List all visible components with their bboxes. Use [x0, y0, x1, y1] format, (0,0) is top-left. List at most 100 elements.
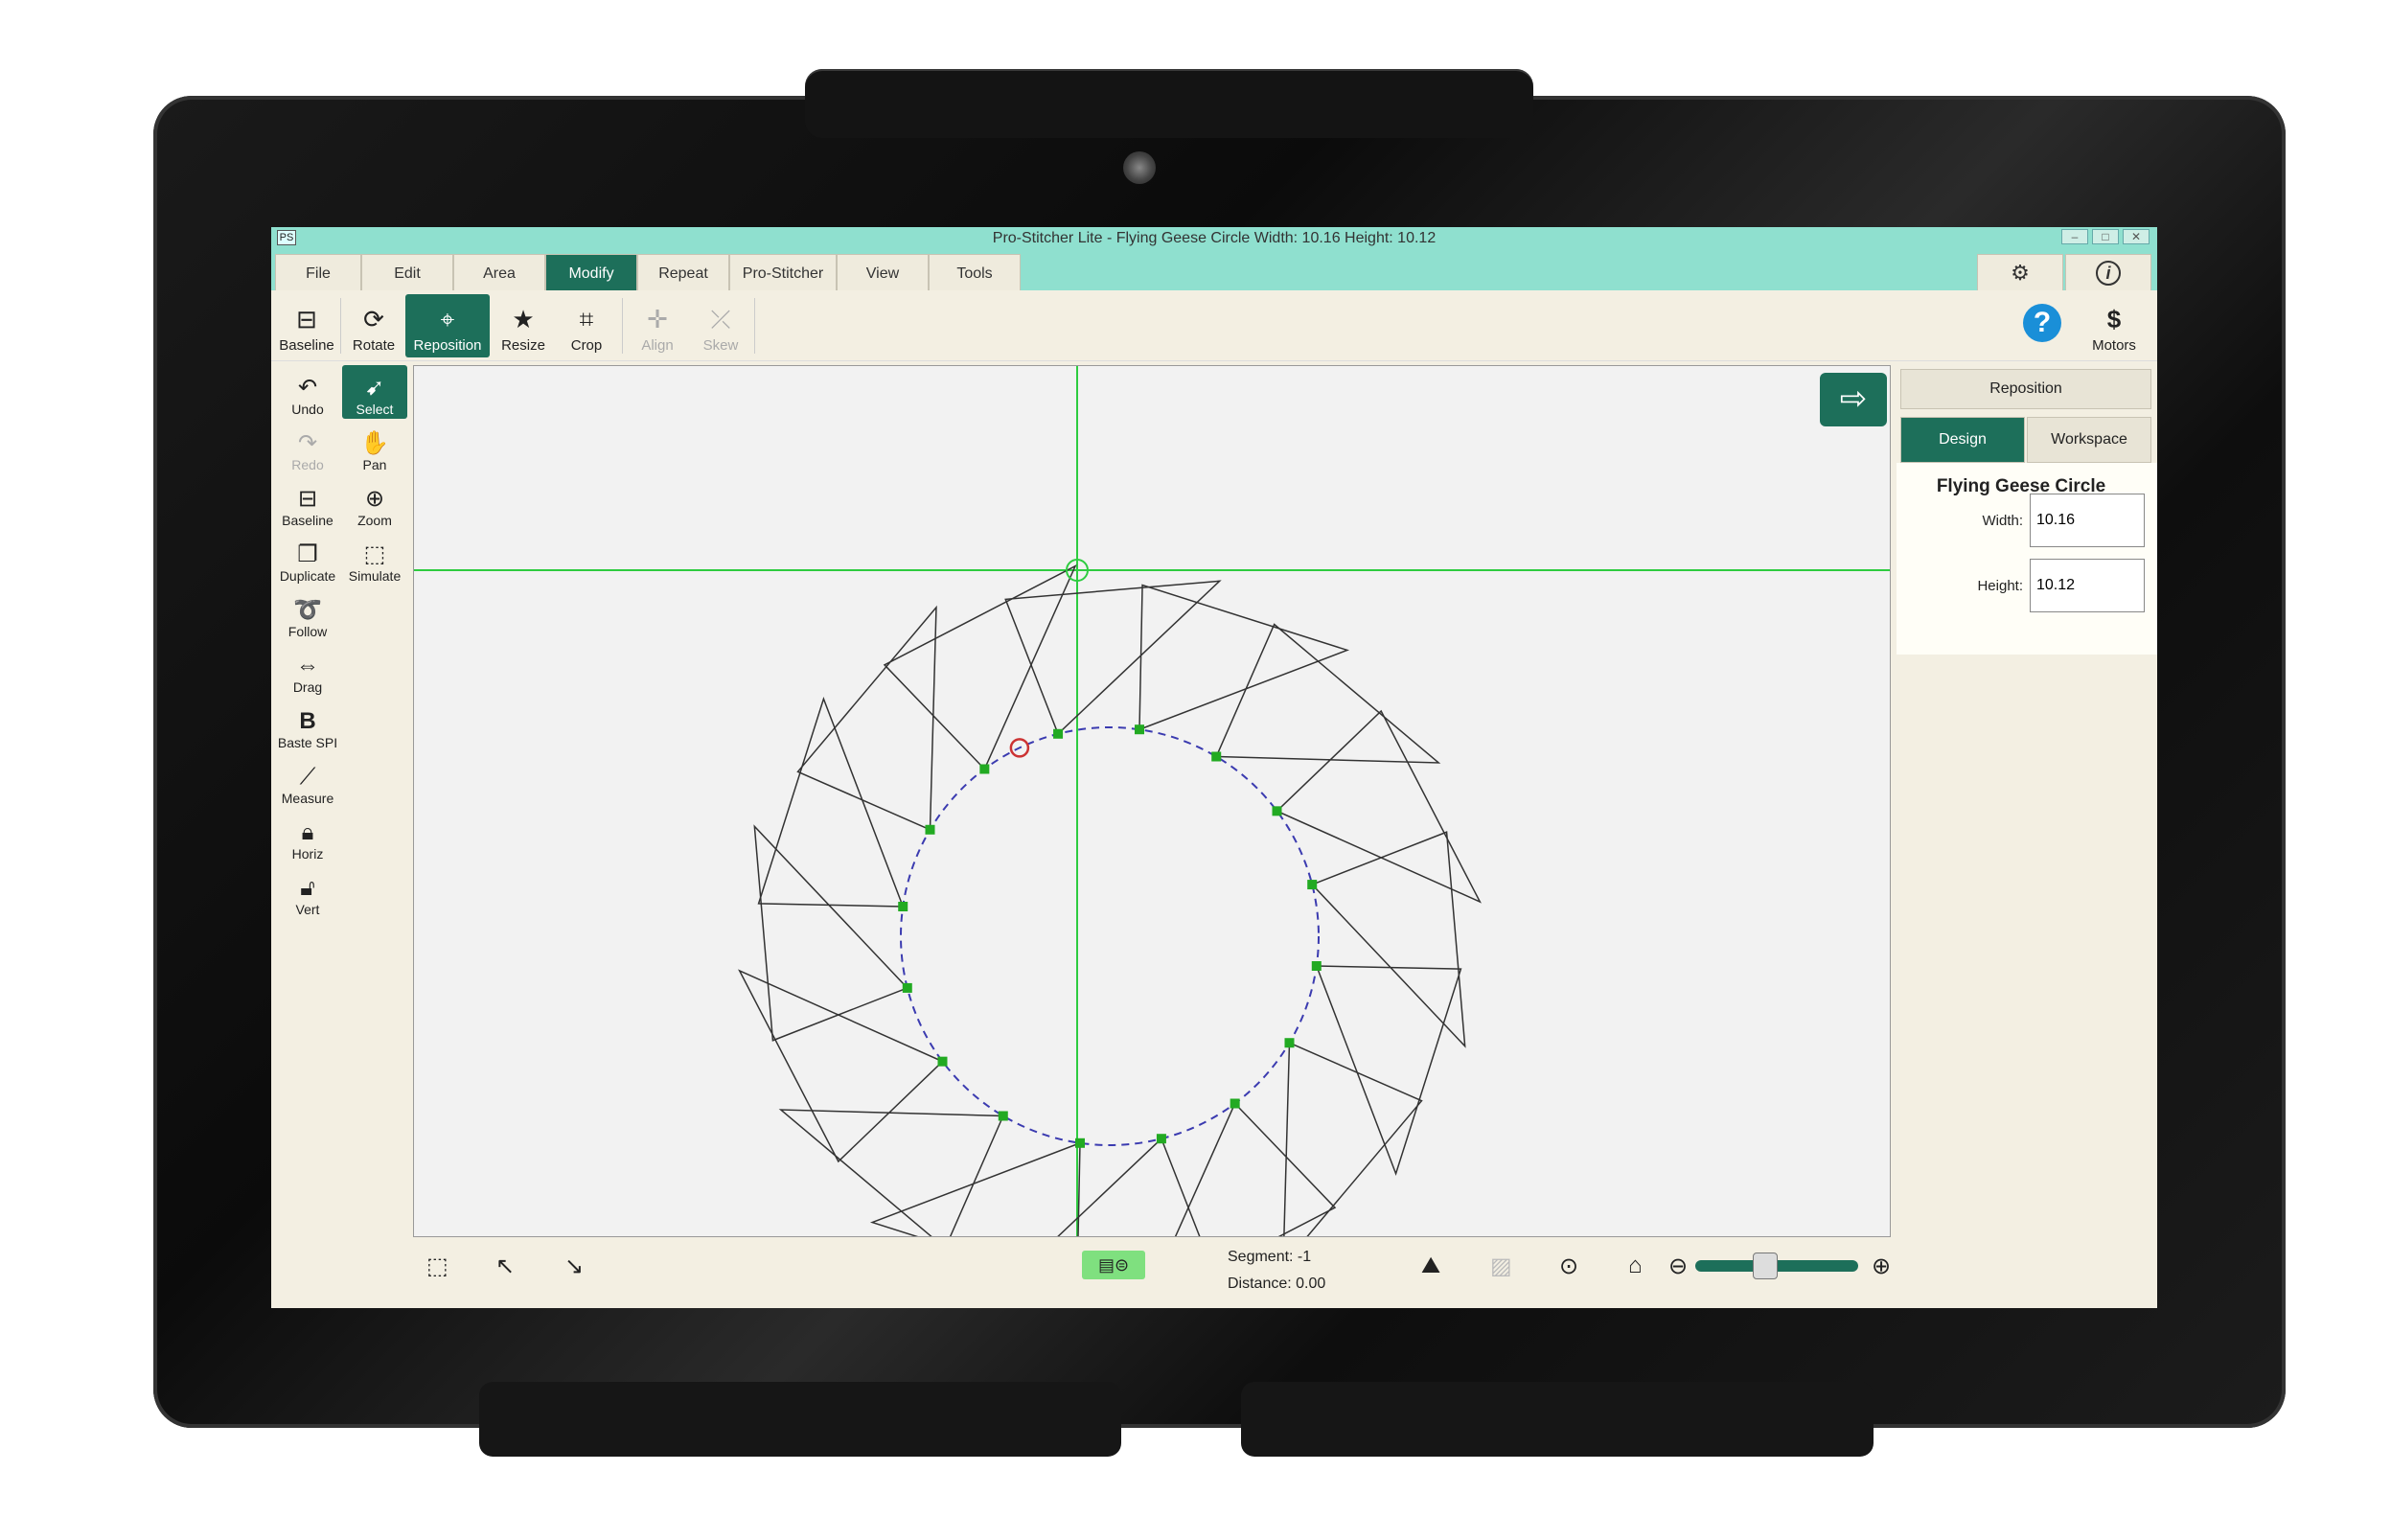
simulate-button[interactable]: ⬚ Simulate	[342, 532, 407, 586]
info-button[interactable]: i	[2065, 254, 2151, 292]
redo-icon: ↷	[297, 430, 318, 456]
background-image-button[interactable]: ⛰	[1421, 1253, 1440, 1279]
baseline-icon: ⊟	[297, 486, 318, 512]
path-node	[1053, 728, 1064, 739]
baste-spi-button[interactable]: B Baste SPI	[275, 699, 340, 752]
path-node	[1230, 1098, 1240, 1109]
image-icon: ▨	[1490, 1253, 1512, 1279]
image-person-icon: ⛰	[1421, 1253, 1441, 1278]
maximize-button[interactable]: □	[2092, 229, 2119, 244]
home-button[interactable]: ⌂	[1628, 1253, 1643, 1279]
follow-button[interactable]: ➰ Follow	[275, 587, 340, 641]
path-node	[979, 764, 990, 774]
zoom-fit-button[interactable]: ⊙	[1559, 1253, 1578, 1280]
zoom-slider-thumb[interactable]	[1753, 1253, 1779, 1279]
image-disabled-button[interactable]: ▨	[1490, 1253, 1512, 1280]
path-node	[898, 901, 908, 911]
select-next-button[interactable]: ↘	[564, 1253, 584, 1280]
select-previous-button[interactable]: ↖	[495, 1253, 515, 1280]
follow-icon: ➰	[293, 597, 322, 623]
drag-button[interactable]: ⇔ Drag	[275, 643, 340, 697]
ribbon-resize-button[interactable]: ★ Resize	[492, 294, 555, 357]
vert-lock-button[interactable]: 🔓︎ Vert	[275, 865, 340, 919]
expand-panel-button[interactable]: ⇨	[1820, 373, 1887, 426]
display-toggle-icon: ▤⊜	[1097, 1255, 1130, 1275]
ribbon-separator	[340, 298, 341, 354]
close-button[interactable]: ✕	[2123, 229, 2150, 244]
zoom-button[interactable]: ⊕ Zoom	[342, 476, 407, 530]
measure-button[interactable]: ⟋ Measure	[275, 754, 340, 808]
camera-icon	[1123, 151, 1156, 184]
stitch-path	[900, 726, 1320, 1146]
lock-vert-icon: 🔓︎	[300, 875, 315, 901]
motors-button[interactable]: $ Motors	[2082, 294, 2146, 357]
align-icon: ✛	[647, 305, 668, 333]
drag-icon: ⇔	[296, 653, 319, 678]
modify-ribbon: ⊟ Baseline ⟳ Rotate ⌖ Reposition ★ Resize ⌗ C…	[271, 290, 2157, 361]
info-icon: i	[2096, 261, 2121, 286]
crop-icon: ⌗	[579, 305, 594, 333]
path-node	[1272, 806, 1282, 816]
star-resize-icon: ★	[512, 305, 535, 333]
flying-goose-triangle	[1315, 965, 1462, 1177]
width-label: Width:	[1982, 513, 2023, 529]
baseline-button[interactable]: ⊟ Baseline	[275, 476, 340, 530]
redo-button[interactable]: ↷ Redo	[275, 421, 340, 474]
view-toggle[interactable]: ▤⊜	[1082, 1251, 1145, 1279]
measure-icon: ⟋	[299, 764, 316, 790]
gear-icon: ⚙	[2011, 261, 2030, 285]
ribbon-align-button[interactable]: ✛ Align	[626, 294, 689, 357]
flying-goose-triangle	[778, 1109, 1004, 1236]
tab-view[interactable]: View	[837, 254, 929, 292]
duplicate-button[interactable]: ❐ Duplicate	[275, 532, 340, 586]
tab-edit[interactable]: Edit	[361, 254, 453, 292]
select-all-button[interactable]: ⬚	[426, 1253, 448, 1280]
arrow-right-icon: ⇨	[1839, 380, 1868, 417]
ribbon-baseline-button[interactable]: ⊟ Baseline	[275, 294, 338, 357]
height-label: Height:	[1977, 578, 2023, 594]
settings-button[interactable]: ⚙	[1977, 254, 2063, 292]
flying-goose-triangle	[1283, 1042, 1423, 1236]
zoom-out-button[interactable]: ⊖	[1668, 1253, 1688, 1280]
segment-readout: Segment: -1	[1228, 1249, 1312, 1265]
tab-modify[interactable]: Modify	[545, 254, 637, 292]
tab-area[interactable]: Area	[453, 254, 545, 292]
help-button[interactable]: ?	[2023, 304, 2061, 342]
design-canvas[interactable]	[413, 365, 1891, 1237]
horiz-lock-button[interactable]: 🔒︎ Horiz	[275, 810, 340, 863]
panel-body: Flying Geese Circle Width: Height:	[1897, 463, 2157, 655]
motors-icon: $	[2106, 305, 2122, 333]
path-node	[1156, 1134, 1166, 1144]
select-next-icon: ↘	[564, 1253, 585, 1279]
design-drawing[interactable]	[414, 366, 1890, 1236]
zoom-slider[interactable]	[1695, 1253, 1858, 1279]
ribbon-rotate-button[interactable]: ⟳ Rotate	[342, 294, 405, 357]
ribbon-separator	[622, 298, 623, 354]
ribbon-reposition-button[interactable]: ⌖ Reposition	[405, 294, 490, 357]
distance-readout: Distance: 0.00	[1228, 1276, 1326, 1292]
undo-button[interactable]: ↶ Undo	[275, 365, 340, 419]
tablet-clamp-bottom-right	[1241, 1382, 1874, 1457]
minimize-button[interactable]: –	[2061, 229, 2088, 244]
tab-design[interactable]: Design	[1900, 417, 2025, 463]
ribbon-skew-button[interactable]: ⤫ Skew	[689, 294, 752, 357]
tab-repeat[interactable]: Repeat	[637, 254, 729, 292]
ribbon-crop-button[interactable]: ⌗ Crop	[555, 294, 618, 357]
flying-goose-triangle	[757, 696, 905, 908]
tab-tools[interactable]: Tools	[929, 254, 1021, 292]
baseline-icon: ⊟	[296, 305, 317, 333]
baste-icon: B	[299, 708, 316, 734]
height-input[interactable]	[2030, 559, 2145, 612]
pan-button[interactable]: ✋ Pan	[342, 421, 407, 474]
tab-workspace[interactable]: Workspace	[2027, 417, 2151, 463]
tab-file[interactable]: File	[275, 254, 361, 292]
status-bar: ⬚ ↖ ↘ ▤⊜ Segment: -1 Distance: 0.00 ⛰ ▨ …	[413, 1237, 2157, 1308]
path-node	[937, 1056, 948, 1067]
ribbon-separator	[754, 298, 755, 354]
home-icon: ⌂	[1628, 1253, 1643, 1278]
select-button[interactable]: ➹ Select	[342, 365, 407, 419]
menu-tabbar: File Edit Area Modify Repeat Pro-Stitche…	[271, 248, 2157, 292]
zoom-in-button[interactable]: ⊕	[1872, 1253, 1891, 1280]
width-input[interactable]	[2030, 494, 2145, 547]
tab-pro-stitcher[interactable]: Pro-Stitcher	[729, 254, 837, 292]
